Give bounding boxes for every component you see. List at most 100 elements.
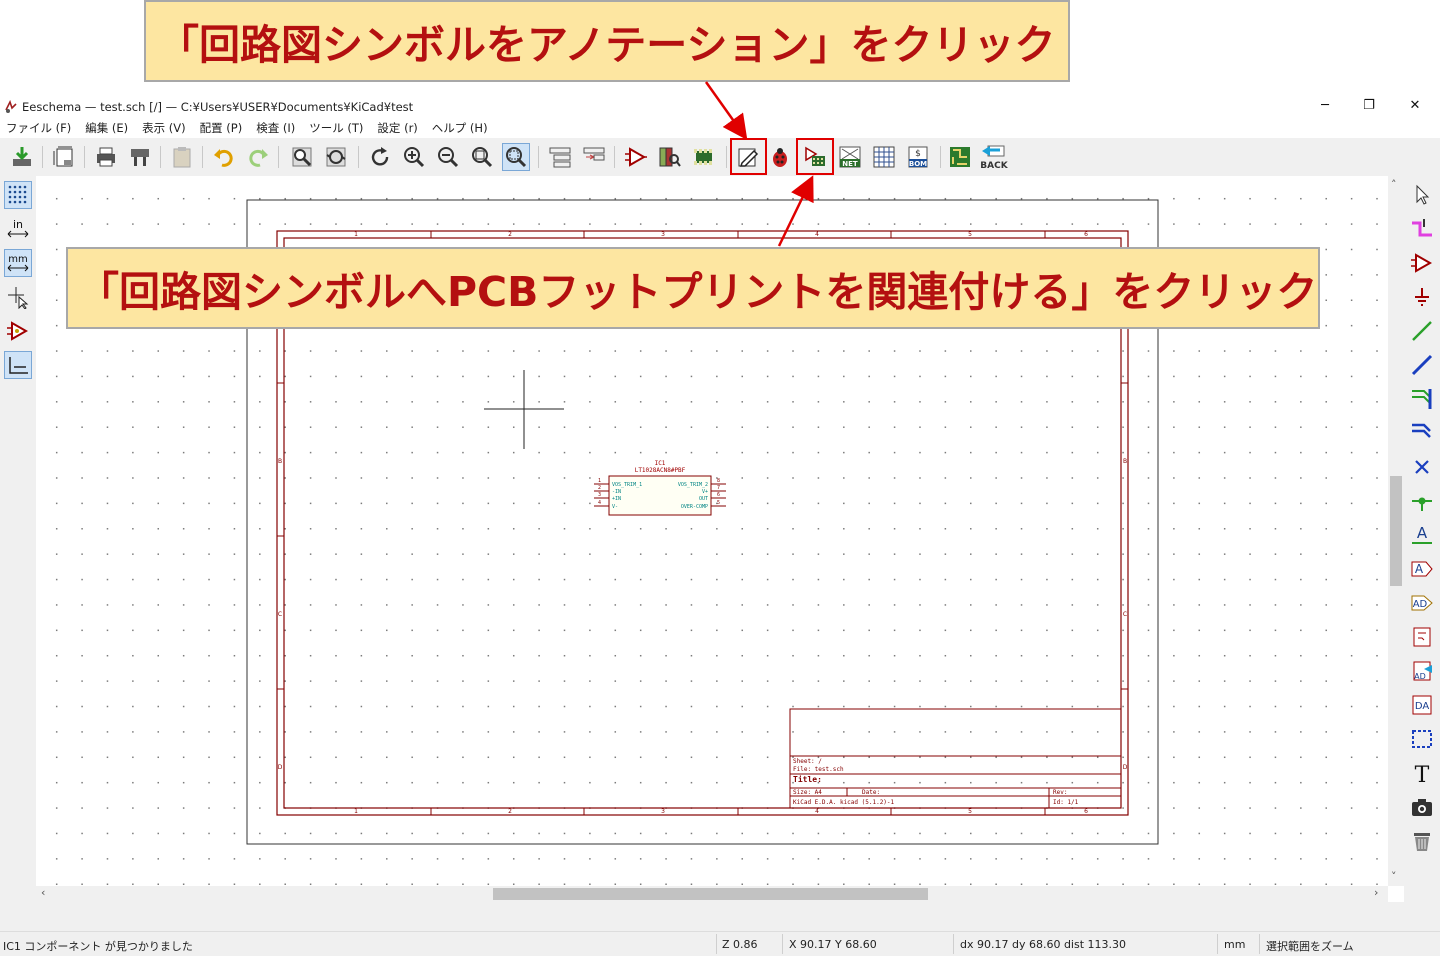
grid-toggle-button[interactable] <box>4 181 32 209</box>
ic1-reference: IC1 <box>655 460 666 467</box>
text-icon: T <box>1415 763 1430 785</box>
menu-file[interactable]: ファイル (F) <box>6 118 71 138</box>
print-button[interactable] <box>92 143 120 171</box>
bus-to-bus-button[interactable] <box>1408 419 1436 447</box>
save-icon <box>13 147 31 166</box>
add-sheet-button[interactable] <box>1408 623 1436 651</box>
add-symbol-button[interactable] <box>1408 249 1436 277</box>
erc-button[interactable] <box>766 143 794 171</box>
zoom-selection-button[interactable] <box>502 143 530 171</box>
units-mm-button[interactable]: mm <box>4 249 32 277</box>
junction-button[interactable] <box>1408 487 1436 515</box>
net-label-button[interactable]: A <box>1408 521 1436 549</box>
add-wire-button[interactable] <box>1408 317 1436 345</box>
add-image-button[interactable] <box>1408 793 1436 821</box>
no-connect-icon <box>1415 460 1429 474</box>
col-label-4-bottom: 4 <box>815 808 819 815</box>
footprint-editor-button[interactable] <box>690 143 718 171</box>
wire-to-bus-button[interactable] <box>1408 385 1436 413</box>
ic1-pin-7: 7 <box>717 485 720 491</box>
scroll-right-icon[interactable]: › <box>1374 886 1378 899</box>
footprint-icon <box>694 149 712 165</box>
footprint-callout: 「回路図シンボルへPCBフットプリントを関連付ける」をクリック <box>66 247 1320 329</box>
ic1-pin-name-left-2: -IN <box>612 489 621 495</box>
cursor-shape-button[interactable] <box>4 283 32 311</box>
find-replace-button[interactable] <box>322 143 350 171</box>
sheet-pin-da: DA <box>1415 701 1430 712</box>
ic1-pin-name-right-2: V+ <box>702 489 708 495</box>
message-panel <box>0 902 1440 932</box>
status-zoom: Z 0.86 <box>722 938 758 951</box>
global-label-button[interactable]: A <box>1408 555 1436 583</box>
no-connect-button[interactable] <box>1408 453 1436 481</box>
close-button[interactable]: ✕ <box>1392 96 1438 118</box>
back-icon: BACK <box>980 145 1008 170</box>
ic1-pin-3: 3 <box>598 492 601 498</box>
menu-help[interactable]: ヘルプ (H) <box>432 118 488 138</box>
units-inch-button[interactable]: in <box>4 215 32 243</box>
menu-edit[interactable]: 編集 (E) <box>85 118 128 138</box>
horizontal-scroll-thumb[interactable] <box>493 888 928 900</box>
status-current-tool: 選択範囲をズーム <box>1266 940 1354 953</box>
add-bus-button[interactable] <box>1408 351 1436 379</box>
zoom-fit-button[interactable] <box>468 143 496 171</box>
status-units: mm <box>1224 938 1246 951</box>
select-tool-button[interactable] <box>1408 181 1436 209</box>
edit-fields-button[interactable] <box>870 143 898 171</box>
status-bar: IC1 コンポーネント が見つかりました Z 0.86 X 90.17 Y 68… <box>0 902 1440 956</box>
menu-place[interactable]: 配置 (P) <box>200 118 243 138</box>
add-sheet-pin-button[interactable]: DA <box>1408 691 1436 719</box>
col-label-6: 6 <box>1084 231 1088 238</box>
menu-inspect[interactable]: 検査 (I) <box>256 118 295 138</box>
global-label-a: A <box>1415 562 1424 576</box>
net-label-icon: A <box>1412 524 1432 544</box>
leave-sheet-button[interactable] <box>580 143 608 171</box>
symbol-editor-button[interactable] <box>622 143 650 171</box>
add-power-button[interactable] <box>1408 283 1436 311</box>
horizontal-scrollbar[interactable]: ‹ › <box>36 886 1388 902</box>
back-annotate-button[interactable]: BACK <box>980 143 1008 171</box>
pcbnew-button[interactable] <box>946 143 974 171</box>
menu-preferences[interactable]: 設定 (r) <box>377 118 417 138</box>
restore-button[interactable]: ❐ <box>1346 96 1392 118</box>
highlight-net-button[interactable] <box>1408 215 1436 243</box>
hierarchy-icon <box>549 147 571 168</box>
menu-tools[interactable]: ツール (T) <box>309 118 363 138</box>
redo-button[interactable] <box>244 143 272 171</box>
scroll-down-icon[interactable]: ˅ <box>1391 870 1397 883</box>
find-button[interactable] <box>288 143 316 171</box>
page-settings-button[interactable] <box>50 143 78 171</box>
bom-button[interactable]: $ BOM <box>904 143 932 171</box>
hier-label-button[interactable]: AD <box>1408 589 1436 617</box>
minimize-button[interactable]: ─ <box>1302 96 1348 118</box>
menu-bar: ファイル (F) 編集 (E) 表示 (V) 配置 (P) 検査 (I) ツール… <box>0 118 1440 138</box>
mm-units-icon: mm <box>7 254 29 272</box>
component-ic1[interactable]: IC1 LT1028ACN8#PBF 1 2 3 4 8 7 6 5 VOS_T… <box>594 460 726 516</box>
row-label-d: D <box>278 764 283 771</box>
zoom-in-button[interactable] <box>400 143 428 171</box>
scroll-up-icon[interactable]: ˄ <box>1391 178 1397 191</box>
vertical-scrollbar[interactable]: ˄ ˅ <box>1388 176 1404 886</box>
bom-icon: $BOM <box>908 146 928 168</box>
graphic-line-button[interactable] <box>1408 725 1436 753</box>
undo-button[interactable] <box>210 143 238 171</box>
hierarchy-navigator-button[interactable] <box>546 143 574 171</box>
col-label-3-bottom: 3 <box>661 808 665 815</box>
vertical-scroll-thumb[interactable] <box>1390 476 1402 586</box>
col-label-1-bottom: 1 <box>354 808 358 815</box>
plot-button[interactable] <box>126 143 154 171</box>
library-browser-button[interactable] <box>656 143 684 171</box>
delete-tool-button[interactable] <box>1408 827 1436 855</box>
add-text-button[interactable]: T <box>1408 759 1436 787</box>
save-button[interactable] <box>8 143 36 171</box>
paste-button[interactable] <box>168 143 196 171</box>
wire-angle-button[interactable] <box>4 351 32 379</box>
redo-icon <box>249 149 268 167</box>
zoom-out-button[interactable] <box>434 143 462 171</box>
menu-view[interactable]: 表示 (V) <box>142 118 186 138</box>
hidden-pins-button[interactable] <box>4 317 32 345</box>
generate-netlist-button[interactable]: NET <box>836 143 864 171</box>
import-sheet-pin-button[interactable]: AD <box>1408 657 1436 685</box>
refresh-button[interactable] <box>366 143 394 171</box>
scroll-left-icon[interactable]: ‹ <box>41 886 45 899</box>
